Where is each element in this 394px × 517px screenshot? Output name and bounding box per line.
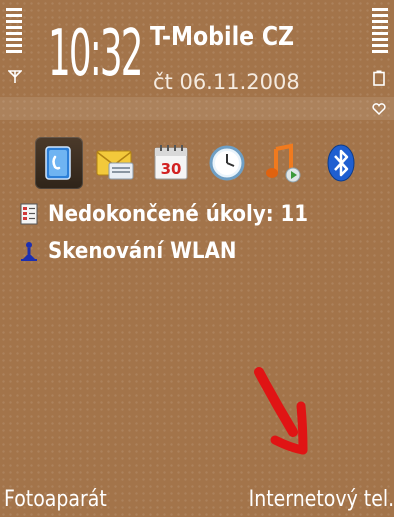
calendar-day: 30: [161, 160, 182, 178]
status-strip: [0, 97, 394, 120]
date-text: čt 06.11.2008: [153, 70, 300, 94]
antenna-icon: [8, 70, 22, 83]
heart-icon: [372, 103, 386, 115]
clock-icon[interactable]: [205, 141, 249, 185]
right-softkey[interactable]: Internetový tel.: [249, 487, 394, 512]
todo-note-icon: [20, 203, 38, 225]
battery-level-bars: [372, 8, 388, 56]
contacts-icon[interactable]: [35, 137, 83, 189]
music-player-icon[interactable]: [261, 141, 305, 185]
notification-tasks[interactable]: Nedokončené úkoly: 11: [20, 200, 337, 228]
notification-tasks-text: Nedokončené úkoly: 11: [48, 201, 309, 227]
wlan-scan-icon: [21, 242, 37, 261]
notification-wlan-text: Skenování WLAN: [48, 238, 237, 264]
operator-name: T-Mobile CZ: [150, 22, 295, 52]
notification-wlan[interactable]: Skenování WLAN: [20, 237, 257, 265]
calendar-icon[interactable]: 30: [149, 141, 193, 185]
battery-icon: [373, 70, 385, 86]
home-screen: 10:32 T-Mobile CZ čt 06.11.2008 30 Nedok…: [0, 0, 394, 517]
signal-strength-bars: [6, 8, 22, 56]
clock-time[interactable]: 10:32: [48, 22, 143, 86]
messaging-icon[interactable]: [93, 141, 137, 185]
left-softkey[interactable]: Fotoaparát: [4, 487, 107, 512]
shortcut-bar: 30: [35, 137, 365, 193]
bluetooth-icon[interactable]: [319, 141, 363, 185]
red-arrow-annotation: [254, 367, 308, 455]
